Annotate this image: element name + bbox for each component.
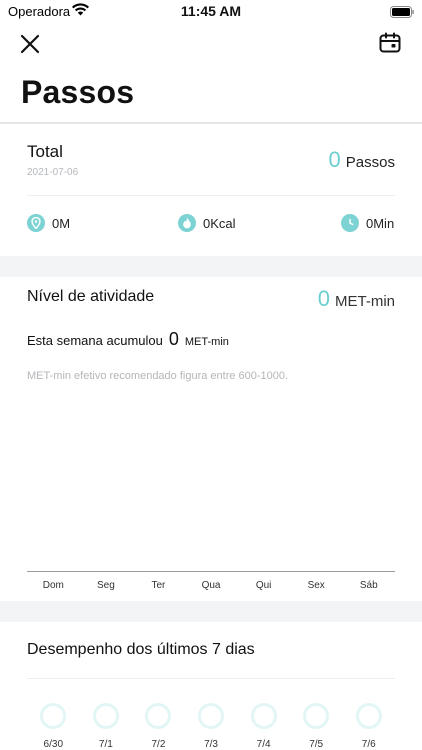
calendar-icon (379, 32, 401, 53)
day-ring-item[interactable]: 7/1 (80, 703, 133, 750)
weekday-label: Ter (151, 580, 166, 591)
page-title: Passos (21, 74, 135, 110)
total-steps-value: 0 Passos (329, 147, 395, 173)
close-icon (20, 34, 40, 54)
weekday-label: Qua (201, 580, 221, 591)
progress-ring (92, 703, 119, 729)
weekday-label: Sex (307, 580, 325, 591)
weekday-label: Sáb (359, 580, 378, 591)
steps-unit: Passos (345, 154, 395, 171)
flame-icon (178, 214, 196, 232)
distance-value: 0M (52, 215, 71, 231)
day-ring-item[interactable]: 7/5 (290, 703, 343, 750)
total-label: Total (27, 142, 63, 161)
clock-icon (341, 214, 359, 232)
card-divider (27, 195, 395, 196)
progress-ring (250, 703, 277, 729)
activity-title: Nível de atividade (27, 288, 155, 305)
title-divider (0, 122, 422, 124)
day-date-label: 7/5 (309, 739, 324, 750)
week-met-unit: MET-min (184, 336, 229, 348)
distance-stat: 0M (27, 214, 70, 232)
weekday-label: Dom (42, 580, 64, 591)
daily-rings: 6/30 7/1 7/2 7/3 7/4 7/5 7/6 (27, 703, 395, 750)
weekday-label: Seg (96, 580, 115, 591)
calories-value: 0Kcal (203, 215, 236, 231)
weekday-label: Qui (255, 580, 272, 591)
weekday-labels: Dom Seg Ter Qua Qui Sex Sáb (27, 580, 395, 591)
progress-ring (303, 703, 330, 729)
met-recommendation-note: MET-min efetivo recomendado figura entre… (27, 370, 289, 382)
progress-ring (198, 703, 225, 729)
location-pin-icon (27, 214, 45, 232)
status-bar: Operadora 11:45 AM (0, 0, 422, 24)
week-met-value: 0 (168, 329, 179, 349)
day-ring-item[interactable]: 7/6 (342, 703, 395, 750)
duration-stat: 0Min (341, 214, 394, 232)
day-date-label: 6/30 (43, 739, 64, 750)
day-ring-item[interactable]: 7/2 (132, 703, 185, 750)
day-date-label: 7/2 (151, 739, 166, 750)
day-ring-item[interactable]: 6/30 (27, 703, 80, 750)
week-prefix: Esta semana acumulou (27, 333, 163, 348)
app-screen: Operadora 11:45 AM Passos Total 2021-07-… (0, 0, 422, 750)
section-separator (0, 256, 422, 277)
met-unit: MET-min (335, 293, 395, 310)
day-ring-item[interactable]: 7/3 (185, 703, 238, 750)
day-date-label: 7/3 (204, 739, 218, 750)
card-divider (27, 678, 395, 679)
calories-stat: 0Kcal (178, 214, 236, 232)
week-summary: Esta semana acumulou 0 MET-min (27, 329, 229, 350)
met-count: 0 (317, 286, 330, 311)
activity-value: 0 MET-min (318, 286, 395, 312)
performance-title: Desempenho dos últimos 7 dias (27, 641, 255, 658)
progress-ring (355, 703, 382, 729)
battery-icon (390, 5, 414, 23)
progress-ring (145, 703, 172, 729)
day-date-label: 7/4 (256, 739, 271, 750)
close-button[interactable] (18, 32, 42, 56)
status-time: 11:45 AM (180, 3, 242, 19)
progress-ring (40, 703, 67, 729)
day-date-label: 7/1 (98, 739, 113, 750)
section-separator (0, 601, 422, 622)
day-ring-item[interactable]: 7/4 (237, 703, 290, 750)
total-date: 2021-07-06 (27, 167, 79, 178)
steps-count: 0 (328, 147, 341, 172)
day-date-label: 7/6 (361, 739, 376, 750)
calendar-button[interactable] (378, 31, 402, 55)
duration-value: 0Min (366, 215, 395, 231)
activity-chart-axis (27, 571, 395, 572)
